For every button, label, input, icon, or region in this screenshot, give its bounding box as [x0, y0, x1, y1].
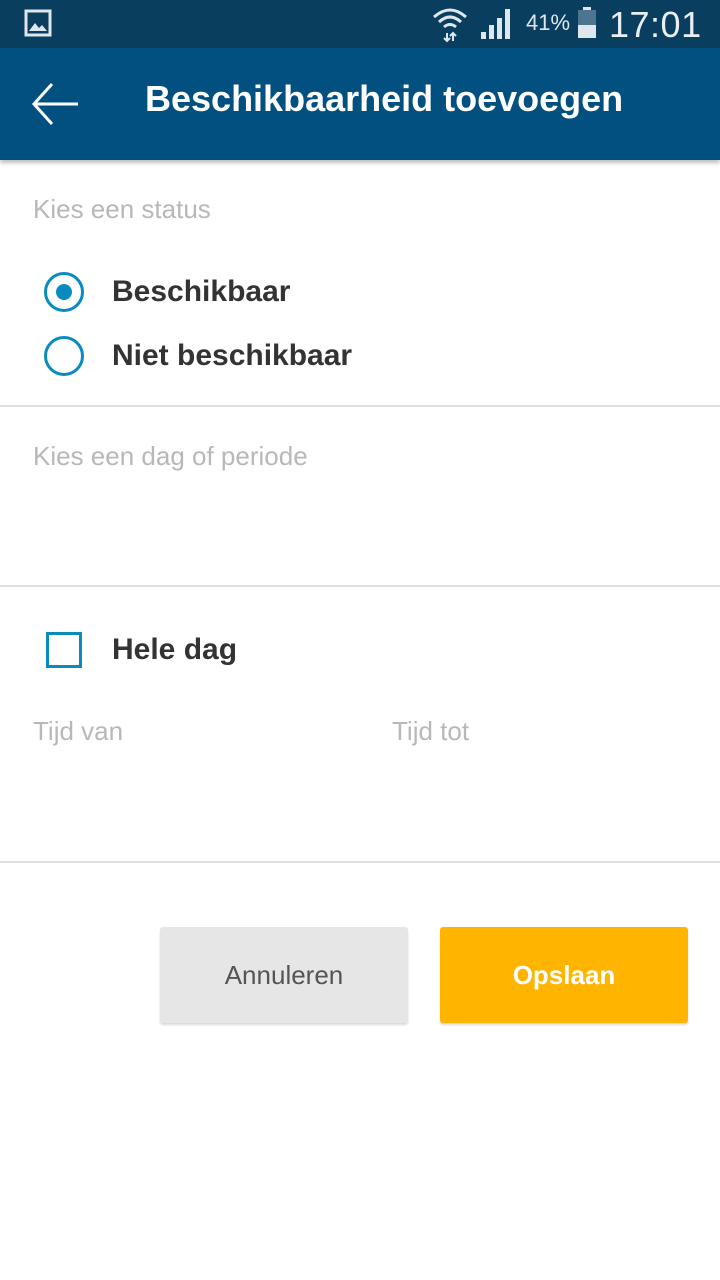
whole-day-checkbox[interactable]	[46, 632, 82, 668]
signal-icon	[481, 9, 510, 39]
app-bar: Beschikbaarheid toevoegen	[0, 48, 720, 160]
radio-button-unselected[interactable]	[44, 336, 84, 376]
arrow-left-icon	[31, 82, 78, 126]
save-button[interactable]: Opslaan	[440, 927, 688, 1023]
divider	[0, 861, 720, 863]
whole-day-checkbox-row[interactable]: Hele dag	[40, 626, 680, 676]
time-from-placeholder: Tijd van	[33, 716, 124, 746]
status-section-label: Kies een status	[33, 194, 211, 224]
status-bar: 41% 17:01	[0, 0, 720, 48]
divider	[0, 405, 720, 407]
time-to-placeholder: Tijd tot	[392, 716, 470, 746]
radio-label-niet-beschikbaar: Niet beschikbaar	[112, 339, 353, 372]
radio-niet-beschikbaar[interactable]: Niet beschikbaar	[40, 332, 680, 382]
divider	[0, 585, 720, 587]
back-button[interactable]	[22, 76, 82, 132]
time-from-field[interactable]: Tijd van	[33, 716, 353, 836]
radio-button-selected[interactable]	[44, 272, 84, 312]
gallery-icon	[24, 9, 52, 37]
whole-day-label: Hele dag	[112, 633, 238, 666]
cancel-button[interactable]: Annuleren	[160, 927, 408, 1023]
radio-beschikbaar[interactable]: Beschikbaar	[40, 268, 680, 318]
time-to-field[interactable]: Tijd tot	[392, 716, 712, 836]
page-title: Beschikbaarheid toevoegen	[145, 78, 624, 119]
battery-icon	[578, 7, 596, 38]
wifi-icon	[433, 8, 467, 43]
radio-dot	[56, 284, 72, 300]
radio-label-beschikbaar: Beschikbaar	[112, 275, 291, 308]
battery-level: 41%	[526, 10, 571, 35]
clock: 17:01	[609, 4, 702, 45]
period-picker[interactable]: Kies een dag of periode	[33, 441, 308, 472]
